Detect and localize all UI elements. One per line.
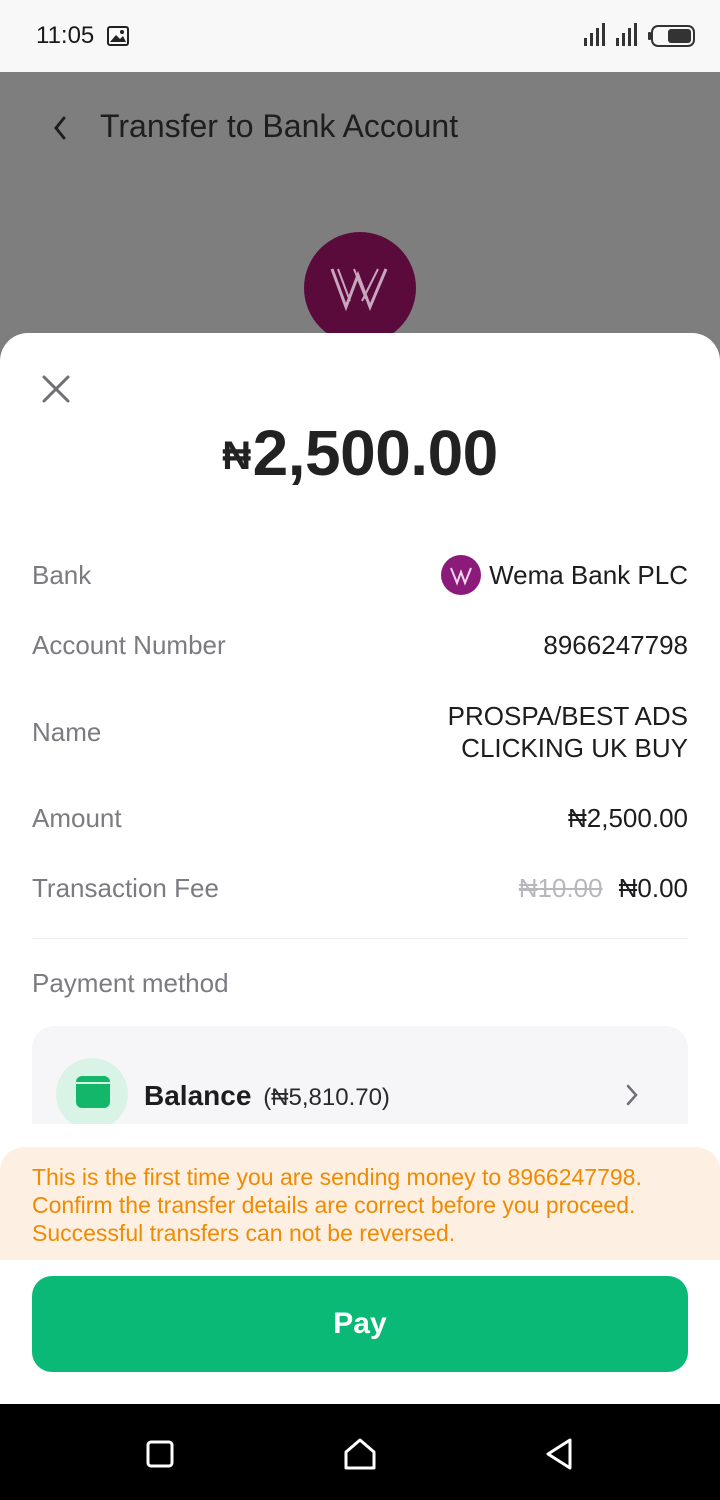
amount-value: 2,500.00 <box>252 417 499 489</box>
payment-method-title: Payment method <box>32 968 229 998</box>
bank-value: Wema Bank PLC <box>489 559 688 590</box>
image-icon <box>106 24 130 53</box>
first-transfer-warning: This is the first time you are sending m… <box>0 1147 720 1260</box>
currency-symbol: ₦ <box>222 434 251 478</box>
pay-button[interactable]: Pay <box>32 1276 688 1372</box>
amount-detail-value: ₦2,500.00 <box>568 803 688 833</box>
payment-method-balance[interactable]: Balance (₦5,810.70) <box>32 1026 688 1124</box>
status-time: 11:05 <box>36 22 95 49</box>
bank-logo-icon <box>304 232 416 344</box>
back-chevron-icon <box>54 116 66 140</box>
name-value: PROSPA/BEST ADS CLICKING UK BUY <box>448 700 688 764</box>
transfer-amount: ₦2,500.00 <box>0 416 720 490</box>
fee-label: Transaction Fee <box>32 873 219 903</box>
status-bar: 11:05 <box>0 0 720 72</box>
system-nav-bar <box>0 1404 720 1500</box>
close-icon <box>42 375 70 403</box>
account-value: 8966247798 <box>543 630 688 660</box>
balance-amount: (₦5,810.70) <box>263 1084 390 1111</box>
bank-row: Bank Wema Bank PLC <box>32 555 688 597</box>
account-label: Account Number <box>32 630 226 660</box>
name-line-1: PROSPA/BEST ADS <box>447 701 688 731</box>
balance-text: Balance (₦5,810.70) <box>144 1080 390 1112</box>
amount-label: Amount <box>32 803 122 833</box>
name-line-2: CLICKING UK BUY <box>461 733 688 763</box>
wallet-icon <box>76 1076 110 1108</box>
wallet-icon-circle <box>56 1058 128 1124</box>
fee-original: ₦10.00 <box>518 873 603 903</box>
amount-row: Amount ₦2,500.00 <box>32 801 688 835</box>
fee-row: Transaction Fee ₦10.00 ₦0.00 <box>32 871 688 905</box>
name-row: Name PROSPA/BEST ADS CLICKING UK BUY <box>32 700 688 766</box>
chevron-right-icon <box>622 1082 642 1113</box>
fee-value: ₦0.00 <box>618 873 688 903</box>
bank-mini-logo-icon <box>441 555 482 595</box>
fee-value-wrap: ₦10.00 ₦0.00 <box>519 873 688 904</box>
account-row: Account Number 8966247798 <box>32 628 688 662</box>
bank-label: Bank <box>32 560 92 590</box>
balance-label: Balance <box>144 1080 252 1111</box>
battery-icon <box>648 24 698 53</box>
bank-value-wrap: Wema Bank PLC <box>441 555 688 597</box>
back-triangle-icon[interactable] <box>540 1434 580 1474</box>
name-label: Name <box>32 717 102 747</box>
back-button[interactable] <box>46 108 76 148</box>
home-icon[interactable] <box>340 1434 380 1474</box>
divider <box>32 938 688 939</box>
recents-square-icon[interactable] <box>140 1434 180 1474</box>
signal-icon <box>582 22 642 53</box>
page-title: Transfer to Bank Account <box>100 108 459 144</box>
close-button[interactable] <box>40 373 72 405</box>
